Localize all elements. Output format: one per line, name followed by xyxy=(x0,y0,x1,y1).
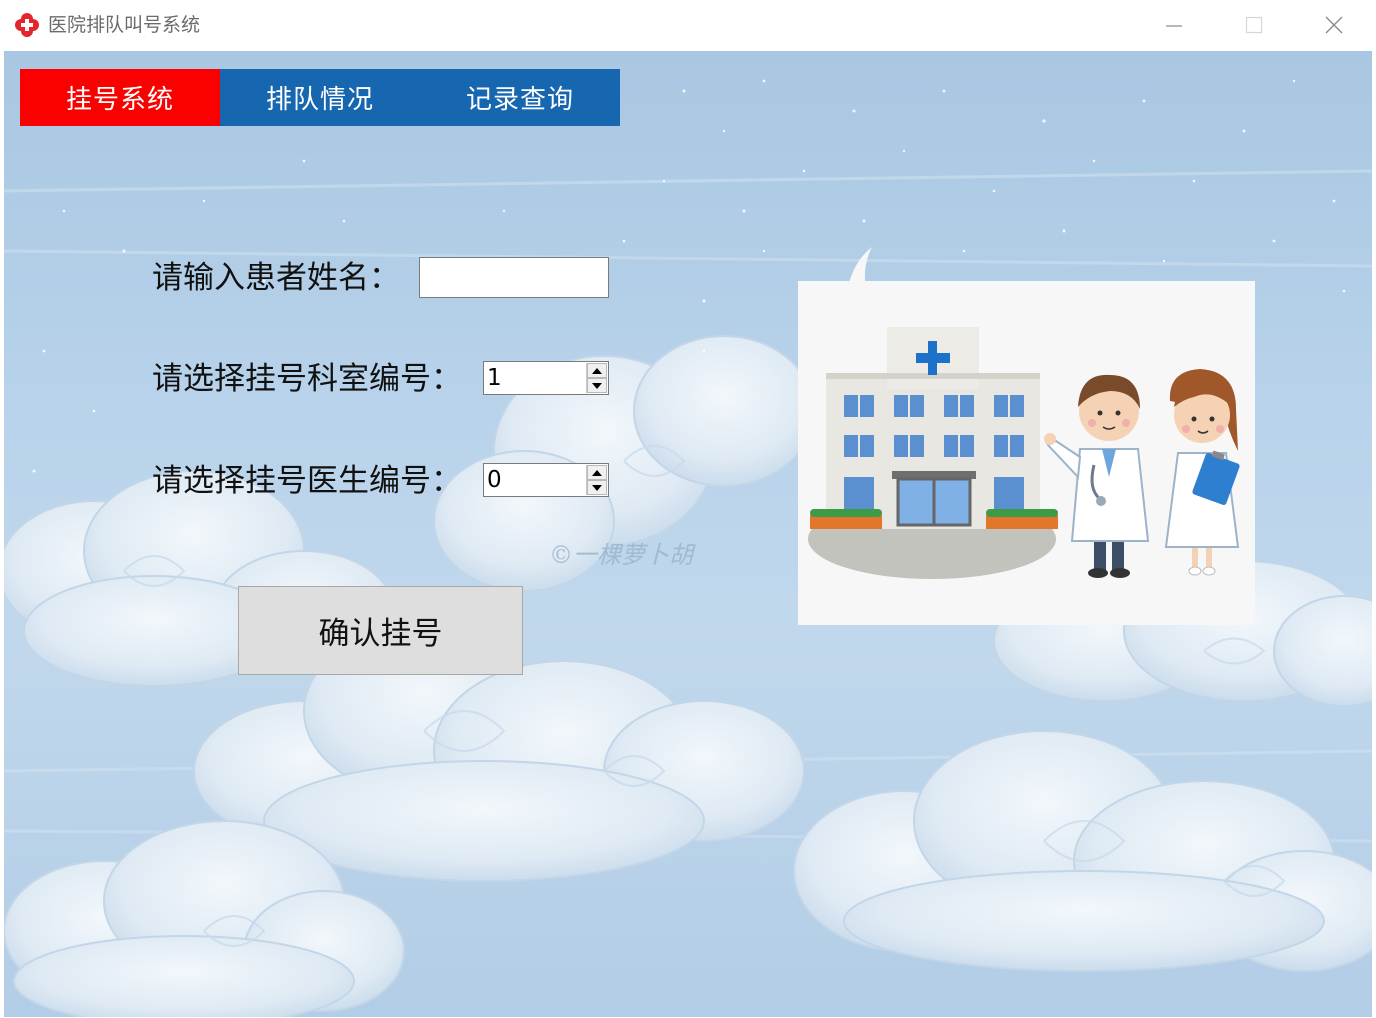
close-icon xyxy=(1325,16,1343,34)
tab-record-query[interactable]: 记录查询 xyxy=(420,69,620,126)
department-increment-button[interactable] xyxy=(587,363,607,378)
arrow-up-icon xyxy=(592,469,602,476)
arrow-down-icon xyxy=(592,484,602,491)
hospital-illustration xyxy=(798,281,1255,625)
patient-name-label: 请输入患者姓名： xyxy=(152,260,400,296)
minimize-button[interactable] xyxy=(1134,0,1214,50)
department-label: 请选择挂号科室编号： xyxy=(152,361,462,397)
doctor-increment-button[interactable] xyxy=(587,465,607,480)
main-panel: 挂号系统 排队情况 记录查询 请输入患者姓名： 请选择挂号科室编号： 1 请选择… xyxy=(4,51,1372,1017)
tab-queue-status[interactable]: 排队情况 xyxy=(220,69,420,126)
doctor-label: 请选择挂号医生编号： xyxy=(152,463,462,499)
tab-bar: 挂号系统 排队情况 记录查询 xyxy=(20,69,620,126)
department-spin-buttons xyxy=(586,363,607,393)
confirm-registration-button[interactable]: 确认挂号 xyxy=(238,586,523,675)
patient-name-input[interactable] xyxy=(419,257,609,298)
close-button[interactable] xyxy=(1294,0,1374,50)
tab-registration[interactable]: 挂号系统 xyxy=(20,69,220,126)
title-bar: 医院排队叫号系统 xyxy=(0,0,1376,50)
maximize-button[interactable] xyxy=(1214,0,1294,50)
arrow-down-icon xyxy=(592,382,602,389)
department-decrement-button[interactable] xyxy=(587,378,607,393)
arrow-up-icon xyxy=(592,367,602,374)
doctor-value[interactable]: 0 xyxy=(487,466,502,494)
minimize-icon xyxy=(1166,25,1182,27)
watermark: ©一棵萝卜胡 xyxy=(549,541,693,569)
department-value[interactable]: 1 xyxy=(487,364,502,392)
doctor-decrement-button[interactable] xyxy=(587,480,607,495)
hospital-doctor-nurse-image xyxy=(808,327,1240,579)
doctor-spin-buttons xyxy=(586,465,607,495)
hospital-cross-icon xyxy=(14,12,40,38)
department-spinner[interactable]: 1 xyxy=(483,361,609,395)
doctor-spinner[interactable]: 0 xyxy=(483,463,609,497)
window-title: 医院排队叫号系统 xyxy=(48,14,201,36)
maximize-icon xyxy=(1245,16,1263,34)
